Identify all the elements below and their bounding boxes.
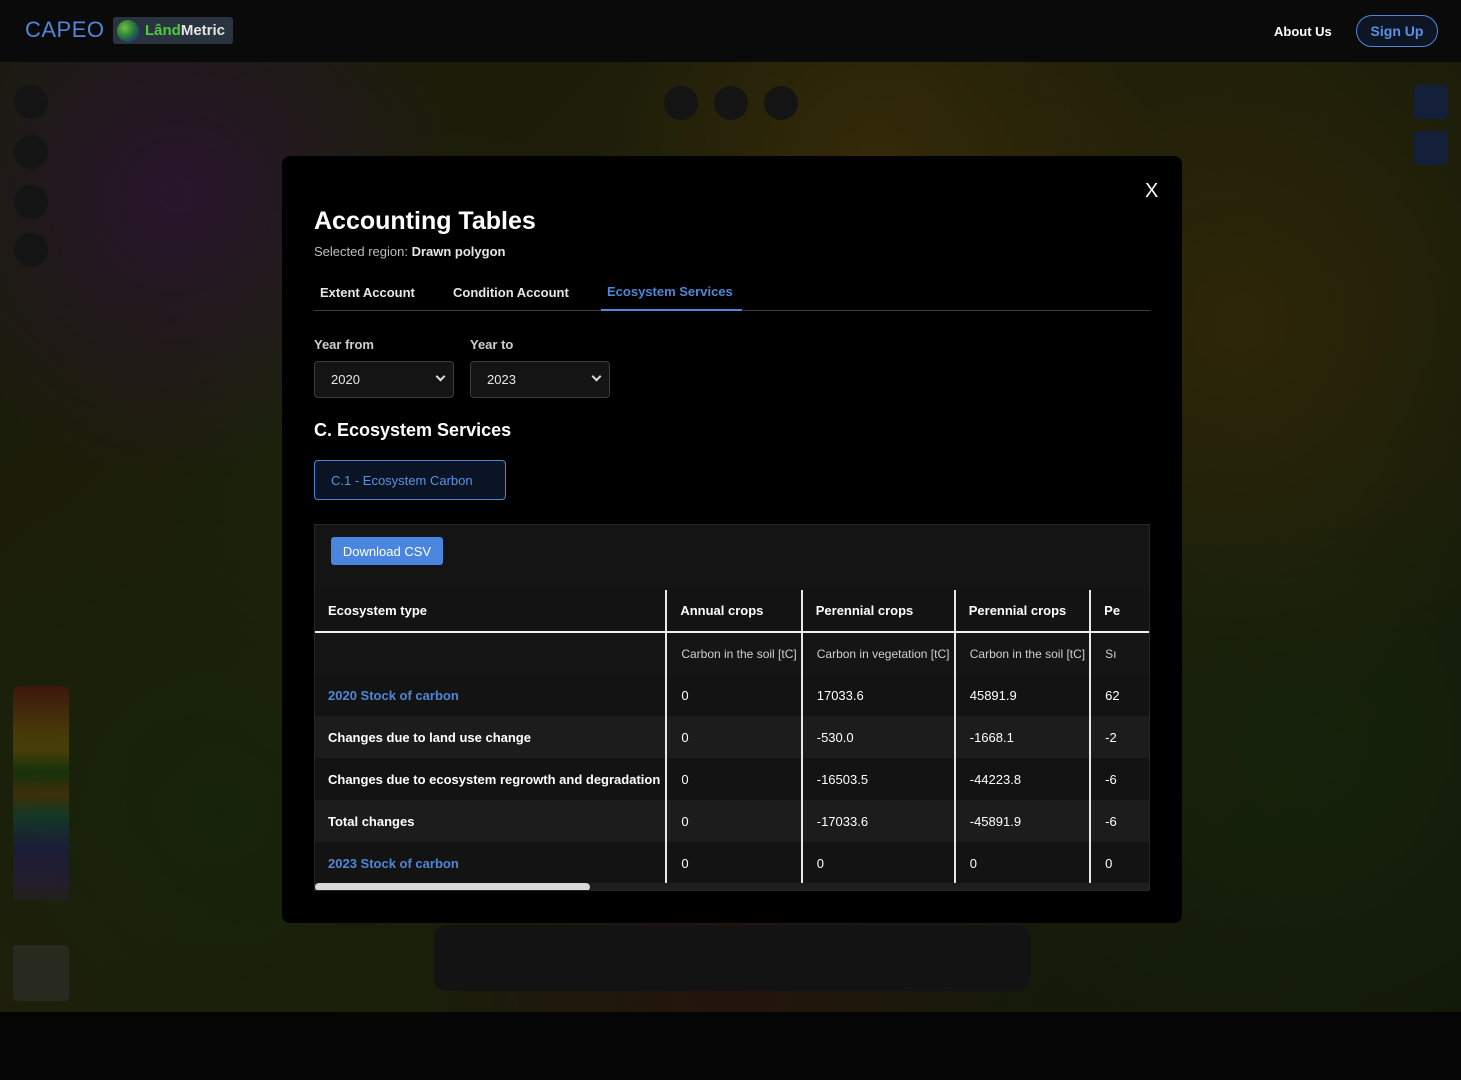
ecosystem-carbon-button[interactable]: C.1 - Ecosystem Carbon [314, 460, 506, 500]
globe-icon [117, 19, 139, 42]
basemap-thumbnail[interactable] [13, 945, 69, 1001]
tab-condition-account[interactable]: Condition Account [453, 285, 569, 300]
polygon-tool-button[interactable] [714, 86, 748, 120]
subheader-cell [315, 632, 668, 674]
table-cell: -16503.5 [801, 758, 956, 800]
row-label: Changes due to ecosystem regrowth and de… [315, 758, 668, 800]
column-header: Ecosystem type [315, 590, 668, 633]
horizontal-scrollbar[interactable] [315, 883, 1149, 890]
delete-tool-button[interactable] [764, 86, 798, 120]
row-label: Total changes [315, 800, 668, 842]
zoom-in-button[interactable] [14, 85, 48, 119]
table-cell: -6 [1090, 758, 1149, 800]
table-cell: 0 [666, 674, 803, 716]
close-button[interactable]: X [1145, 180, 1158, 203]
table-header-row: Ecosystem type Annual crops Perennial cr… [315, 590, 1149, 633]
tab-extent-account[interactable]: Extent Account [320, 285, 415, 300]
table-row: Total changes 0 -17033.6 -45891.9 -6 [315, 800, 1149, 842]
column-header: Perennial crops [954, 590, 1092, 633]
table-cell: -6 [1090, 800, 1149, 842]
table-cell: 0 [666, 716, 803, 758]
selected-region-value: Drawn polygon [411, 244, 506, 259]
table-cell: -530.0 [801, 716, 956, 758]
location-button[interactable] [14, 233, 48, 267]
scrollbar-thumb[interactable] [315, 883, 590, 890]
footer [0, 1012, 1461, 1080]
map-info-button[interactable] [1414, 131, 1448, 165]
year-from-select[interactable]: 2020 [314, 361, 454, 398]
table-cell: -17033.6 [801, 800, 956, 842]
map-settings-button[interactable] [1414, 85, 1448, 119]
table-panel: Download CSV Ecosystem type Annual crops… [314, 524, 1150, 891]
table-row: 2020 Stock of carbon 0 17033.6 45891.9 6… [315, 674, 1149, 716]
active-tab-indicator [601, 309, 742, 311]
column-header: Pe [1090, 590, 1149, 633]
zoom-out-button[interactable] [14, 135, 48, 169]
layers-button[interactable] [14, 185, 48, 219]
table-row: Changes due to ecosystem regrowth and de… [315, 758, 1149, 800]
row-label[interactable]: 2020 Stock of carbon [315, 674, 668, 716]
table-cell: -45891.9 [954, 800, 1092, 842]
column-header: Annual crops [666, 590, 803, 633]
row-label[interactable]: 2023 Stock of carbon [315, 842, 668, 884]
top-navbar: CAPEO LândMetric About Us Sign Up [0, 0, 1461, 62]
table-cell: -44223.8 [954, 758, 1092, 800]
table-row: 2023 Stock of carbon 0 0 0 0 [315, 842, 1149, 884]
download-csv-button[interactable]: Download CSV [331, 537, 443, 565]
table-cell: -1668.1 [954, 716, 1092, 758]
table-cell: 0 [801, 842, 956, 884]
modal-title: Accounting Tables [314, 207, 536, 235]
table-row: Changes due to land use change 0 -530.0 … [315, 716, 1149, 758]
table-cell: -2 [1090, 716, 1149, 758]
year-from-label: Year from [314, 337, 374, 352]
table-cell: 0 [666, 758, 803, 800]
account-tabs: Extent Account Condition Account Ecosyst… [314, 280, 1150, 311]
sign-up-button[interactable]: Sign Up [1356, 15, 1438, 47]
subheader-cell: Carbon in the soil [tC] [954, 632, 1092, 674]
row-label: Changes due to land use change [315, 716, 668, 758]
table-cell: 0 [666, 800, 803, 842]
table-cell: 0 [954, 842, 1092, 884]
subheader-cell: Sı [1090, 632, 1149, 674]
table-cell: 45891.9 [954, 674, 1092, 716]
chevron-down-icon [591, 371, 602, 382]
draw-tool-button[interactable] [664, 86, 698, 120]
logo-text: LândMetric [145, 22, 226, 39]
timeline-slider[interactable] [434, 925, 1030, 991]
subheader-cell: Carbon in the soil [tC] [666, 632, 803, 674]
tab-ecosystem-services[interactable]: Ecosystem Services [607, 284, 733, 299]
map-legend [13, 686, 69, 902]
table-cell: 62 [1090, 674, 1149, 716]
chevron-down-icon [435, 371, 446, 382]
about-us-link[interactable]: About Us [1274, 24, 1332, 39]
year-to-label: Year to [470, 337, 514, 352]
table-cell: 17033.6 [801, 674, 956, 716]
landmetric-logo[interactable]: LândMetric [113, 17, 233, 44]
brand-name[interactable]: CAPEO [25, 17, 105, 43]
table-cell: 0 [666, 842, 803, 884]
section-title: C. Ecosystem Services [314, 420, 512, 440]
carbon-account-table: Ecosystem type Annual crops Perennial cr… [315, 590, 1149, 884]
table-cell: 0 [1090, 842, 1149, 884]
table-subheader-row: Carbon in the soil [tC] Carbon in vegeta… [315, 632, 1149, 674]
column-header: Perennial crops [801, 590, 956, 633]
selected-region-text: Selected region: Drawn polygon [314, 244, 506, 259]
subheader-cell: Carbon in vegetation [tC] [801, 632, 956, 674]
year-to-select[interactable]: 2023 [470, 361, 610, 398]
